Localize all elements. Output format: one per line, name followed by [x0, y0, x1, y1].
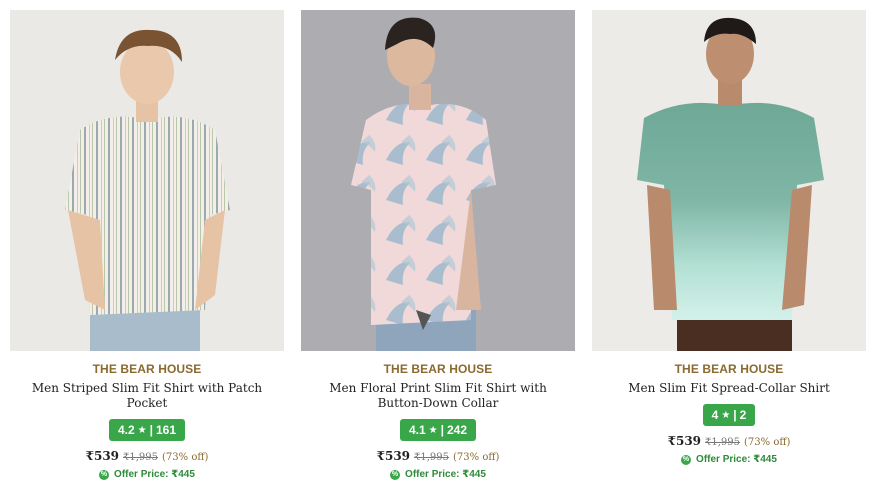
star-icon: ★ — [721, 409, 731, 421]
product-card[interactable]: THE BEAR HOUSE Men Slim Fit Spread-Colla… — [592, 10, 866, 480]
product-card[interactable]: THE BEAR HOUSE Men Floral Print Slim Fit… — [301, 10, 575, 480]
product-title[interactable]: Men Striped Slim Fit Shirt with Patch Po… — [10, 381, 284, 411]
offer-price-text: Offer Price: ₹445 — [405, 469, 486, 480]
product-title[interactable]: Men Floral Print Slim Fit Shirt with But… — [301, 381, 575, 411]
price-row: ₹539 ₹1,995 (73% off) — [668, 434, 791, 448]
rating-separator: | — [733, 408, 737, 422]
discount-tag-icon: % — [390, 469, 401, 480]
ombre-shirt-model-icon — [592, 10, 866, 351]
brand-name[interactable]: THE BEAR HOUSE — [675, 362, 784, 376]
brand-name[interactable]: THE BEAR HOUSE — [384, 362, 493, 376]
product-image[interactable] — [10, 10, 284, 351]
product-title[interactable]: Men Slim Fit Spread-Collar Shirt — [624, 381, 834, 396]
mrp-price: ₹1,995 — [414, 452, 450, 463]
discount-percent: (73% off) — [162, 452, 209, 463]
product-image[interactable] — [301, 10, 575, 351]
brand-name[interactable]: THE BEAR HOUSE — [93, 362, 202, 376]
star-icon: ★ — [428, 424, 438, 436]
review-count: 161 — [155, 423, 177, 437]
discount-percent: (73% off) — [744, 437, 791, 448]
review-count: 2 — [739, 408, 747, 422]
rating-badge: 4.2 ★ | 161 — [108, 419, 186, 441]
rating-badge: 4.1 ★ | 242 — [399, 419, 477, 441]
product-card[interactable]: THE BEAR HOUSE Men Striped Slim Fit Shir… — [10, 10, 284, 480]
review-count: 242 — [446, 423, 468, 437]
mrp-price: ₹1,995 — [123, 452, 159, 463]
offer-price: % Offer Price: ₹445 — [681, 454, 777, 465]
product-image[interactable] — [592, 10, 866, 351]
rating-value: 4 — [711, 408, 719, 422]
product-grid: THE BEAR HOUSE Men Striped Slim Fit Shir… — [10, 10, 866, 480]
price-row: ₹539 ₹1,995 (73% off) — [377, 449, 500, 463]
offer-price: % Offer Price: ₹445 — [99, 469, 195, 480]
discount-tag-icon: % — [99, 469, 110, 480]
floral-shirt-model-icon — [301, 10, 575, 351]
offer-price: % Offer Price: ₹445 — [390, 469, 486, 480]
offer-price-text: Offer Price: ₹445 — [114, 469, 195, 480]
rating-separator: | — [149, 423, 153, 437]
price-row: ₹539 ₹1,995 (73% off) — [86, 449, 209, 463]
rating-badge: 4 ★ | 2 — [702, 404, 756, 426]
selling-price: ₹539 — [667, 434, 702, 448]
selling-price: ₹539 — [376, 449, 411, 463]
selling-price: ₹539 — [85, 449, 120, 463]
star-icon: ★ — [137, 424, 147, 436]
striped-shirt-model-icon — [10, 10, 284, 351]
rating-value: 4.2 — [117, 423, 135, 437]
discount-tag-icon: % — [681, 454, 692, 465]
mrp-price: ₹1,995 — [705, 437, 741, 448]
rating-separator: | — [440, 423, 444, 437]
rating-value: 4.1 — [408, 423, 426, 437]
offer-price-text: Offer Price: ₹445 — [696, 454, 777, 465]
discount-percent: (73% off) — [453, 452, 500, 463]
